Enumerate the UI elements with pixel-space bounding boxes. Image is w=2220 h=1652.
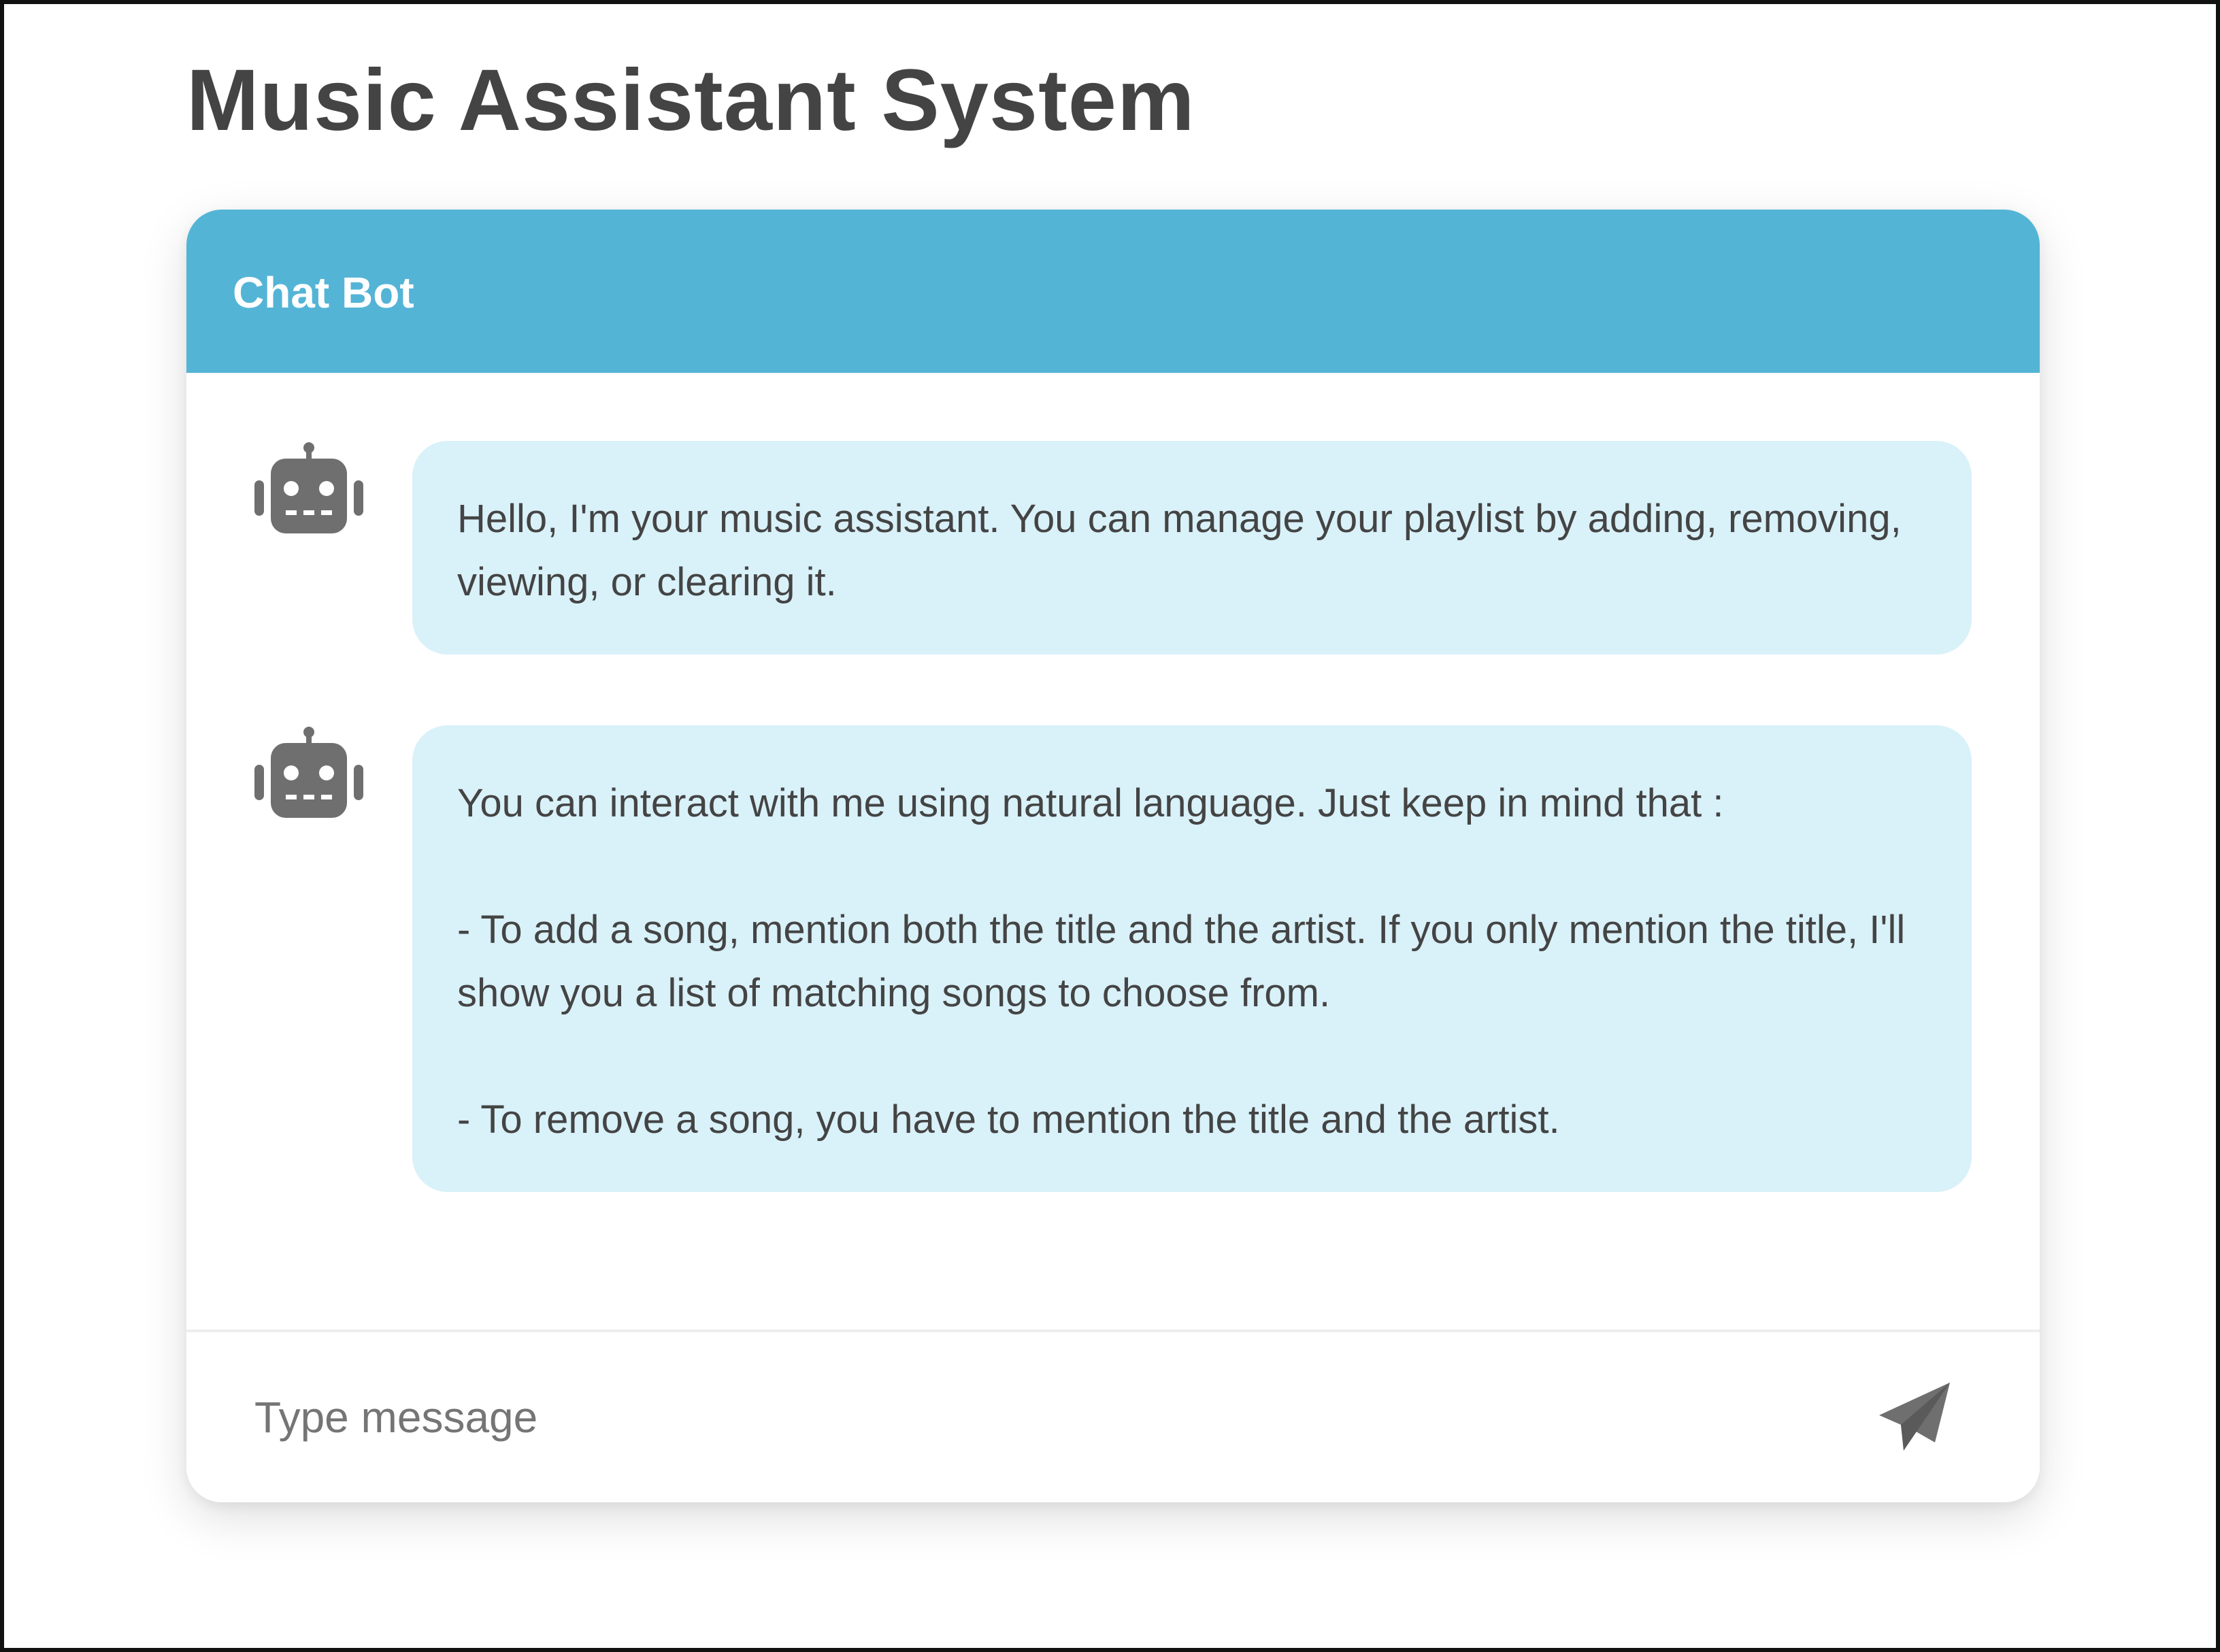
robot-icon — [252, 441, 366, 536]
message-text: - To remove a song, you have to mention … — [457, 1097, 1560, 1142]
paper-plane-icon — [1879, 1383, 1950, 1451]
bot-message-bubble: You can interact with me using natural l… — [412, 725, 1972, 1192]
message-text: You can interact with me using natural l… — [457, 781, 1724, 825]
message-composer — [186, 1329, 2040, 1502]
chat-header-title: Chat Bot — [233, 268, 414, 317]
robot-icon-graphic — [254, 442, 363, 533]
bot-message-bubble: Hello, I'm your music assistant. You can… — [412, 441, 1972, 655]
robot-icon-graphic — [254, 727, 363, 818]
message-input[interactable] — [254, 1380, 1819, 1455]
send-button[interactable] — [1874, 1377, 1955, 1459]
page-title: Music Assistant System — [186, 52, 1195, 149]
chat-panel: Chat Bot Hello, I'm your music assistant… — [186, 210, 2040, 1502]
message-text: Hello, I'm your music assistant. You can… — [457, 497, 1902, 604]
message-text: - To add a song, mention both the title … — [457, 908, 1906, 1015]
chat-header: Chat Bot — [186, 210, 2040, 373]
app-window: Music Assistant System Chat Bot Hello, I… — [0, 0, 2220, 1652]
robot-icon — [252, 725, 366, 821]
